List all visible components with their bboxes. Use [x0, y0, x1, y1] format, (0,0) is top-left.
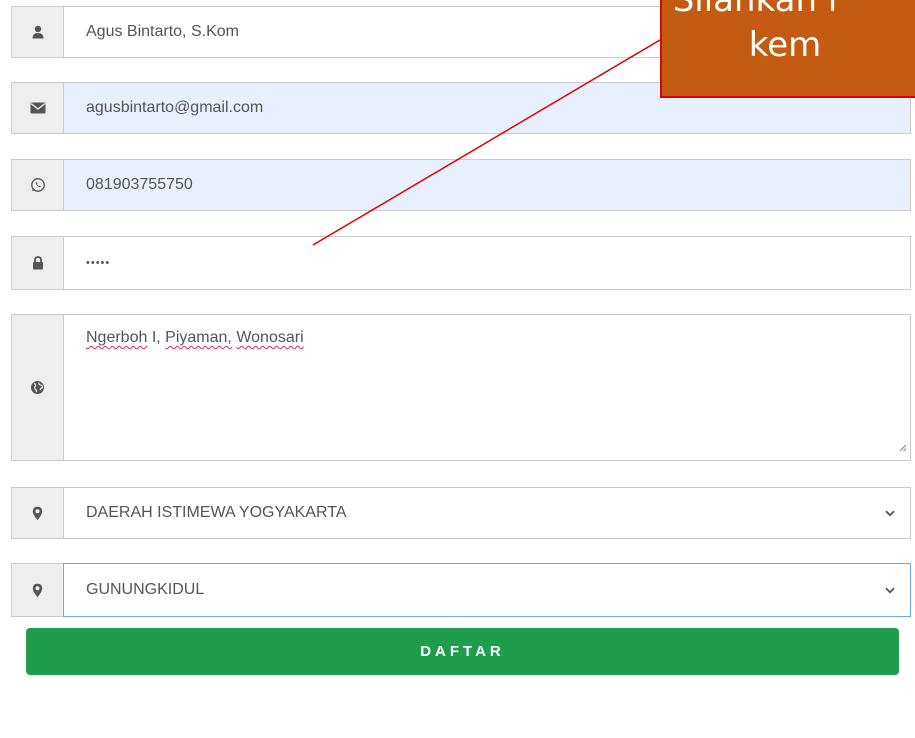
- password-input[interactable]: •••••: [63, 236, 911, 290]
- email-input-value: agusbintarto@gmail.com: [86, 99, 264, 116]
- lock-icon: [11, 236, 63, 290]
- regency-select[interactable]: GUNUNGKIDUL: [63, 563, 911, 617]
- password-input-group: •••••: [11, 236, 911, 290]
- annotation-callout: Silahkan l kem: [660, 0, 915, 98]
- callout-text-line2: kem: [748, 25, 822, 65]
- whatsapp-icon: [11, 159, 63, 211]
- name-input-value: Agus Bintarto, S.Kom: [86, 23, 239, 40]
- address-word: Piyaman,: [165, 329, 232, 346]
- address-word: Ngerboh: [86, 329, 148, 346]
- regency-select-group: GUNUNGKIDUL: [11, 563, 911, 617]
- province-select-group: DAERAH ISTIMEWA YOGYAKARTA: [11, 487, 911, 539]
- chevron-down-icon: [870, 510, 910, 517]
- province-select-value: DAERAH ISTIMEWA YOGYAKARTA: [86, 504, 347, 521]
- address-textarea[interactable]: Ngerboh I, Piyaman, Wonosari: [63, 314, 911, 461]
- address-word: Wonosari: [236, 329, 304, 346]
- address-word: I,: [151, 329, 161, 346]
- user-icon: [11, 6, 63, 58]
- callout-text-line1: Silahkan l: [672, 0, 838, 20]
- regency-select-value: GUNUNGKIDUL: [86, 581, 205, 598]
- address-input-group: Ngerboh I, Piyaman, Wonosari: [11, 314, 911, 461]
- map-marker-icon: [11, 487, 63, 539]
- phone-input-value: 081903755750: [86, 176, 193, 193]
- password-input-value: •••••: [86, 257, 111, 269]
- daftar-button[interactable]: DAFTAR: [26, 628, 899, 675]
- phone-input-group: 081903755750: [11, 159, 911, 211]
- province-select[interactable]: DAERAH ISTIMEWA YOGYAKARTA: [63, 487, 911, 539]
- envelope-icon: [11, 82, 63, 134]
- resize-handle-icon[interactable]: [898, 439, 907, 457]
- map-marker-icon: [11, 563, 63, 617]
- address-textarea-value: Ngerboh I, Piyaman, Wonosari: [86, 329, 304, 347]
- globe-icon: [11, 314, 63, 461]
- chevron-down-icon: [870, 587, 910, 594]
- phone-input[interactable]: 081903755750: [63, 159, 911, 211]
